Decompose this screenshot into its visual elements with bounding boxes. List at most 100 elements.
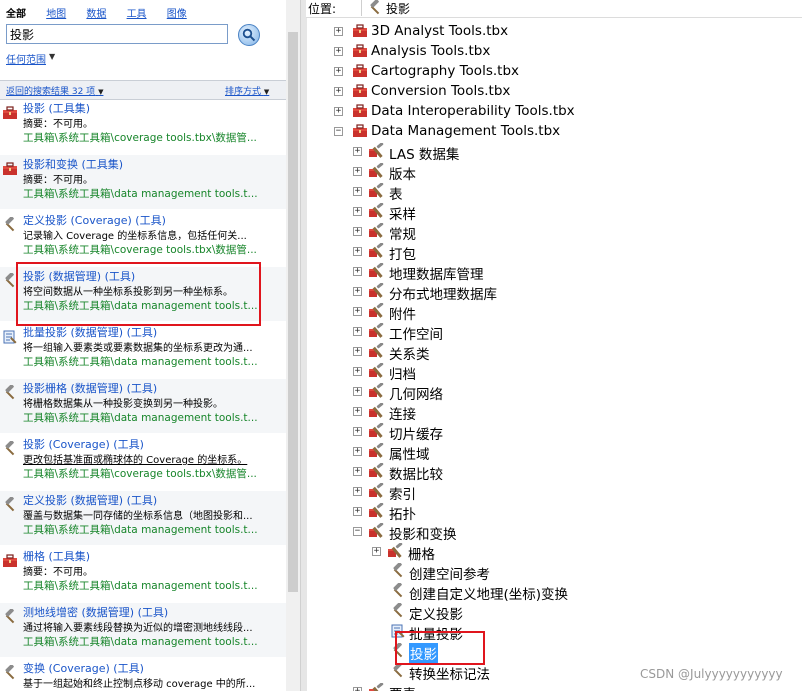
expand-icon[interactable]: + bbox=[353, 447, 362, 456]
search-result-item[interactable]: 测地线增密 (数据管理) (工具) 通过将输入要素线段替换为近似的增密测地线线段.… bbox=[0, 603, 286, 657]
toolset-icon bbox=[368, 222, 386, 243]
results-scrollbar[interactable] bbox=[286, 0, 300, 691]
tree-node-label: 打包 bbox=[389, 247, 416, 263]
result-summary: 摘要：不可用。 bbox=[23, 567, 93, 578]
toolset-icon bbox=[368, 162, 386, 183]
location-field[interactable]: 投影 bbox=[361, 0, 802, 16]
result-path: 工具箱\系统工具箱\data management tools.t... bbox=[23, 356, 258, 368]
expand-icon[interactable]: + bbox=[353, 247, 362, 256]
search-scope-link[interactable]: 任何范围 bbox=[6, 51, 46, 66]
expand-icon[interactable]: + bbox=[353, 187, 362, 196]
search-result-item[interactable]: 投影栅格 (数据管理) (工具) 将栅格数据集从一种投影变换到另一种投影。 工具箱\… bbox=[0, 379, 286, 433]
expand-icon[interactable]: + bbox=[353, 267, 362, 276]
location-value: 投影 bbox=[386, 2, 411, 16]
result-title-link[interactable]: 定义投影 (Coverage) (工具) bbox=[23, 212, 166, 228]
result-path: 工具箱\系统工具箱\coverage tools.tbx\数据管... bbox=[23, 244, 257, 256]
result-path: 工具箱\系统工具箱\data management tools.t... bbox=[23, 580, 258, 592]
toolset-icon bbox=[368, 482, 386, 503]
result-summary: 通过将输入要素线段替换为近似的增密测地线线段... bbox=[23, 623, 253, 634]
chevron-down-icon[interactable]: ▼ bbox=[49, 52, 55, 61]
toolbox-icon bbox=[2, 161, 18, 177]
expand-icon[interactable]: + bbox=[353, 207, 362, 216]
result-title-link[interactable]: 栅格 (工具集) bbox=[23, 548, 90, 564]
expand-icon[interactable]: + bbox=[334, 47, 343, 56]
highlight-box-tree bbox=[395, 631, 485, 665]
expand-icon[interactable]: + bbox=[353, 147, 362, 156]
search-result-item[interactable]: 定义投影 (Coverage) (工具) 记录输入 Coverage 的坐标系信息… bbox=[0, 211, 286, 265]
result-summary: 覆盖与数据集一同存储的坐标系信息（地图投影和... bbox=[23, 511, 253, 522]
expand-icon[interactable]: + bbox=[353, 507, 362, 516]
toolbox-icon bbox=[352, 103, 368, 123]
result-path: 工具箱\系统工具箱\data management tools.t... bbox=[23, 524, 258, 536]
expand-icon[interactable]: + bbox=[353, 227, 362, 236]
collapse-icon[interactable]: − bbox=[353, 527, 362, 536]
expand-icon[interactable]: + bbox=[334, 87, 343, 96]
toolbox-icon bbox=[352, 23, 368, 43]
tab-images[interactable]: 图像 bbox=[167, 9, 187, 20]
tree-node-label: LAS 数据集 bbox=[389, 147, 460, 163]
hammer-icon bbox=[2, 664, 18, 681]
tree-node-label: 连接 bbox=[389, 407, 416, 423]
result-title-link[interactable]: 投影栅格 (数据管理) (工具) bbox=[23, 380, 157, 396]
result-title-link[interactable]: 投影 (工具集) bbox=[23, 100, 90, 116]
search-result-item[interactable]: 投影 (Coverage) (工具) 更改包括基准面或椭球体的 Coverage … bbox=[0, 435, 286, 489]
result-title-link[interactable]: 批量投影 (数据管理) (工具) bbox=[23, 324, 157, 340]
tree-node-label: 采样 bbox=[389, 207, 416, 223]
results-count-link[interactable]: 返回的搜索结果 32 项 ▼ bbox=[6, 84, 103, 97]
result-summary: 将一组输入要素类或要素数据集的坐标系更改为通... bbox=[23, 343, 253, 354]
tree-node-label: 附件 bbox=[389, 307, 416, 323]
collapse-icon[interactable]: − bbox=[334, 127, 343, 136]
expand-icon[interactable]: + bbox=[334, 27, 343, 36]
scrollbar-thumb[interactable] bbox=[288, 32, 298, 592]
hammer-icon bbox=[2, 608, 18, 625]
expand-icon[interactable]: + bbox=[334, 67, 343, 76]
search-result-item[interactable]: 投影和变换 (工具集) 摘要：不可用。 工具箱\系统工具箱\data managem… bbox=[0, 155, 286, 209]
expand-icon[interactable]: + bbox=[353, 427, 362, 436]
expand-icon[interactable]: + bbox=[353, 327, 362, 336]
expand-icon[interactable]: + bbox=[353, 467, 362, 476]
expand-icon[interactable]: + bbox=[353, 307, 362, 316]
tab-tools[interactable]: 工具 bbox=[127, 9, 147, 20]
expand-icon[interactable]: + bbox=[353, 687, 362, 691]
tree-node-label: 分布式地理数据库 bbox=[389, 287, 497, 303]
expand-icon[interactable]: + bbox=[372, 547, 381, 556]
expand-icon[interactable]: + bbox=[353, 167, 362, 176]
tree-node-label: 转换坐标记法 bbox=[409, 667, 490, 683]
tree-node-label: 3D Analyst Tools.tbx bbox=[371, 23, 509, 39]
tab-data[interactable]: 数据 bbox=[86, 9, 106, 20]
tab-all[interactable]: 全部 bbox=[6, 9, 26, 20]
hammer-icon bbox=[367, 0, 383, 20]
catalog-tree: +3D Analyst Tools.tbx + Analysis Tools.tbx… bbox=[306, 18, 802, 691]
result-summary: 将栅格数据集从一种投影变换到另一种投影。 bbox=[23, 399, 223, 410]
expand-icon[interactable]: + bbox=[353, 407, 362, 416]
tree-node-label: 属性域 bbox=[389, 447, 430, 463]
search-panel: 全部 地图 数据 工具 图像 任何范围 ▼ 返回的搜索结果 32 项 ▼ 排序方… bbox=[0, 0, 286, 691]
result-title-link[interactable]: 变换 (Coverage) (工具) bbox=[23, 660, 144, 676]
toolset-icon bbox=[368, 522, 386, 543]
result-title-link[interactable]: 测地线增密 (数据管理) (工具) bbox=[23, 604, 168, 620]
search-result-item[interactable]: 变换 (Coverage) (工具) 基于一组起始和终止控制点移动 coverag… bbox=[0, 659, 286, 691]
search-result-item[interactable]: 批量投影 (数据管理) (工具) 将一组输入要素类或要素数据集的坐标系更改为通..… bbox=[0, 323, 286, 377]
search-input[interactable] bbox=[6, 24, 228, 44]
toolset-icon bbox=[368, 502, 386, 523]
hammer-icon bbox=[2, 384, 18, 401]
toolset-icon bbox=[368, 282, 386, 303]
expand-icon[interactable]: + bbox=[353, 487, 362, 496]
result-title-link[interactable]: 投影和变换 (工具集) bbox=[23, 156, 123, 172]
result-summary: 摘要：不可用。 bbox=[23, 175, 93, 186]
result-title-link[interactable]: 投影 (Coverage) (工具) bbox=[23, 436, 144, 452]
expand-icon[interactable]: + bbox=[353, 287, 362, 296]
result-title-link[interactable]: 定义投影 (数据管理) (工具) bbox=[23, 492, 157, 508]
tree-node-label: 常规 bbox=[389, 227, 416, 243]
expand-icon[interactable]: + bbox=[334, 107, 343, 116]
tab-maps[interactable]: 地图 bbox=[46, 9, 66, 20]
expand-icon[interactable]: + bbox=[353, 347, 362, 356]
search-result-item[interactable]: 定义投影 (数据管理) (工具) 覆盖与数据集一同存储的坐标系信息（地图投影和..… bbox=[0, 491, 286, 545]
expand-icon[interactable]: + bbox=[353, 387, 362, 396]
search-result-item[interactable]: 投影 (工具集) 摘要：不可用。 工具箱\系统工具箱\coverage tools.… bbox=[0, 99, 286, 153]
search-result-item[interactable]: 栅格 (工具集) 摘要：不可用。工具箱\系统工具箱\data management… bbox=[0, 547, 286, 601]
search-button[interactable] bbox=[238, 24, 260, 46]
expand-icon[interactable]: + bbox=[353, 367, 362, 376]
sort-dropdown[interactable]: 排序方式 ▼ bbox=[225, 84, 269, 97]
toolbox-icon bbox=[2, 105, 18, 121]
